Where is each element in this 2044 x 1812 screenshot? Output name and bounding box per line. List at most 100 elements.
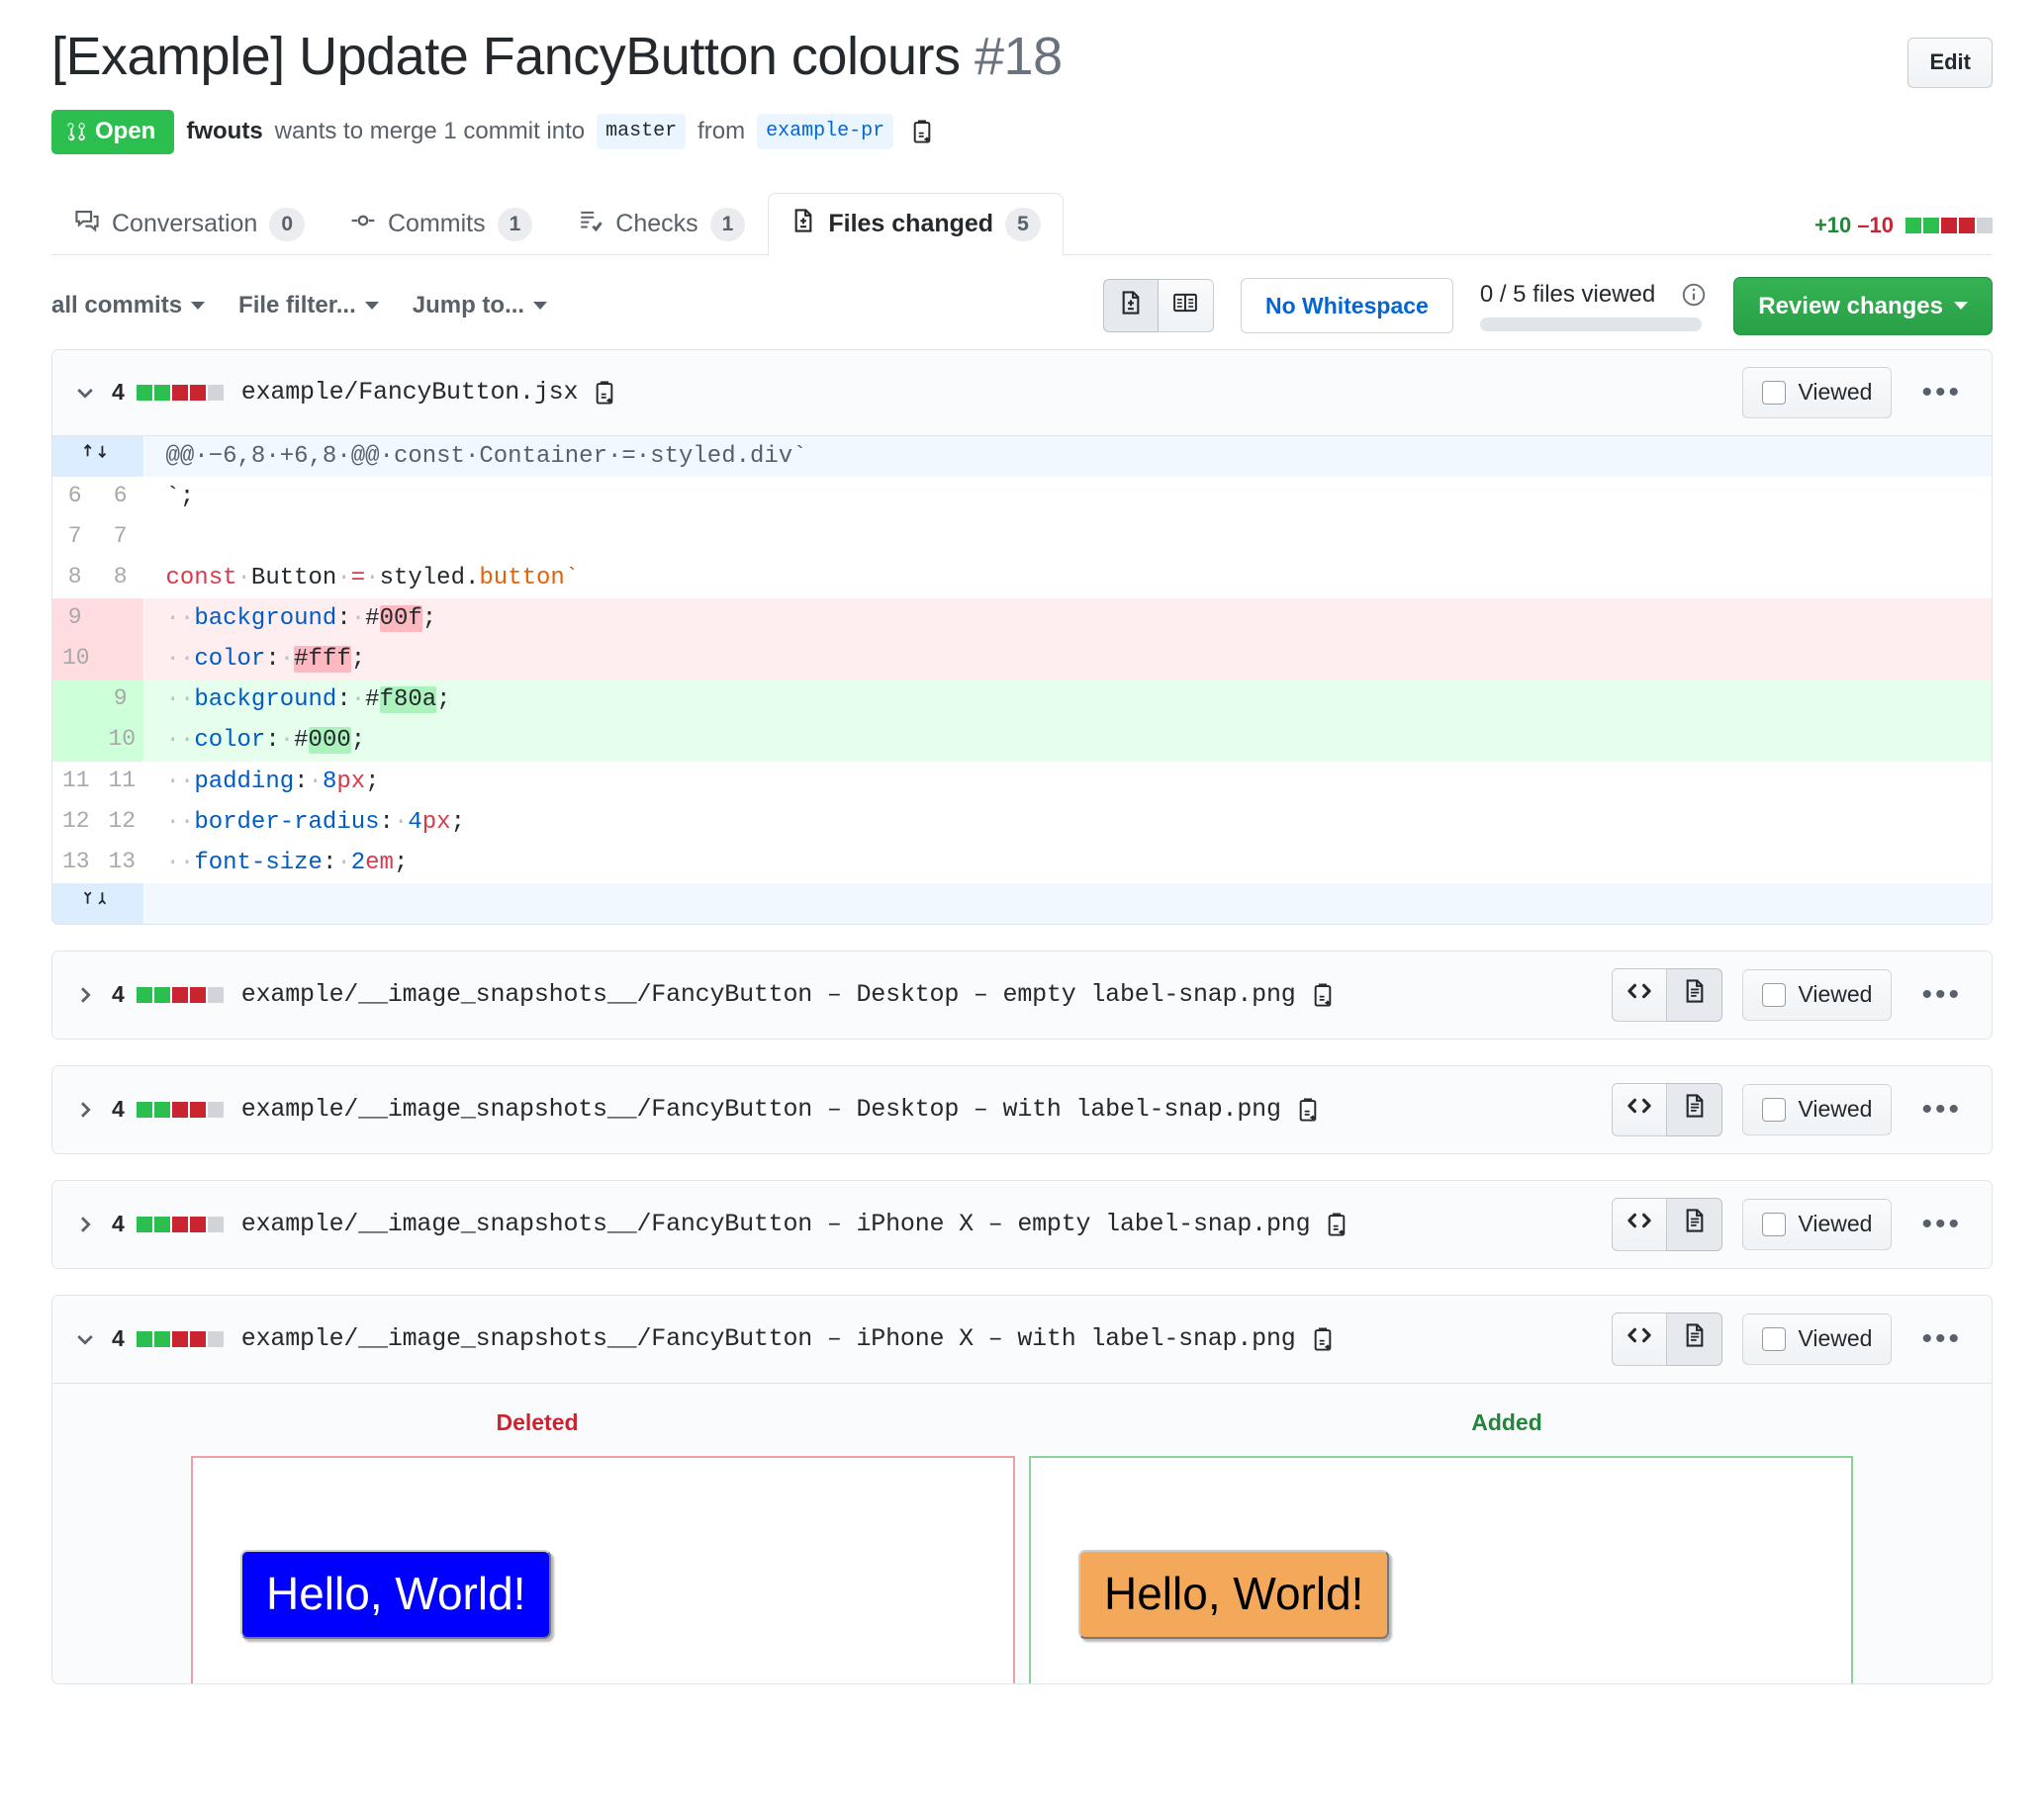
tab-files-changed[interactable]: Files changed 5 xyxy=(768,193,1064,255)
file-diffstat-blocks xyxy=(136,1216,224,1232)
diff-line-content[interactable]: ··font-size:·2em; xyxy=(143,842,1992,883)
view-source-button[interactable] xyxy=(1612,1197,1668,1251)
deleted-image-pane: Hello, World! xyxy=(191,1455,1015,1683)
checklist-icon xyxy=(578,208,604,240)
diff-line-content[interactable]: `; xyxy=(143,476,1992,517)
file-header[interactable]: 4 example/__image_snapshots__/FancyButto… xyxy=(52,1180,1992,1268)
new-line-number: 7 xyxy=(98,516,143,558)
diff-line-context: 8 8 const·Button·=·styled.button` xyxy=(52,558,1992,599)
file-filter-label: File filter... xyxy=(238,292,356,319)
split-view-button[interactable] xyxy=(1158,279,1214,333)
file-header[interactable]: 4 example/__image_snapshots__/FancyButto… xyxy=(52,951,1992,1039)
chevron-right-icon[interactable] xyxy=(72,983,98,1007)
viewed-checkbox[interactable]: Viewed xyxy=(1742,1314,1893,1365)
copy-path-icon[interactable] xyxy=(592,380,617,406)
chevron-right-icon[interactable] xyxy=(72,1098,98,1122)
file-icon xyxy=(1682,978,1708,1011)
file-options-menu[interactable]: ••• xyxy=(1911,1323,1972,1353)
view-source-button[interactable] xyxy=(1612,967,1668,1022)
new-line-number: 13 xyxy=(98,842,143,883)
review-changes-button[interactable]: Review changes xyxy=(1733,276,1993,335)
code-icon xyxy=(1626,1208,1652,1240)
file-path[interactable]: example/__image_snapshots__/FancyButton … xyxy=(241,1324,1296,1353)
chevron-down-icon[interactable] xyxy=(72,381,98,405)
tab-checks[interactable]: Checks 1 xyxy=(555,193,768,254)
commits-filter-dropdown[interactable]: all commits xyxy=(51,292,206,319)
old-line-number: 12 xyxy=(52,801,98,843)
old-line-number: 9 xyxy=(52,598,98,640)
diff-line-content[interactable]: ··background:·#f80a; xyxy=(143,680,1992,721)
file-options-menu[interactable]: ••• xyxy=(1911,1209,1972,1238)
diff-line-content[interactable]: ··padding:·8px; xyxy=(143,761,1992,802)
edit-button[interactable]: Edit xyxy=(1907,38,1993,88)
view-rendered-button[interactable] xyxy=(1667,967,1723,1022)
copy-to-clipboard-icon[interactable] xyxy=(909,119,935,144)
diff-line-context: 13 13 ··font-size:·2em; xyxy=(52,842,1992,883)
diff-line-content[interactable]: const·Button·=·styled.button` xyxy=(143,558,1992,599)
view-source-button[interactable] xyxy=(1612,1082,1668,1136)
expand-down-button[interactable] xyxy=(52,882,143,924)
copy-path-icon[interactable] xyxy=(1324,1212,1349,1237)
info-icon[interactable] xyxy=(1681,282,1707,308)
diff-line-content[interactable]: ··color:·#fff; xyxy=(143,639,1992,680)
file-path[interactable]: example/__image_snapshots__/FancyButton … xyxy=(241,1210,1311,1238)
jump-to-dropdown[interactable]: Jump to... xyxy=(413,292,548,319)
base-branch-chip[interactable]: master xyxy=(597,114,687,150)
checkbox-input[interactable] xyxy=(1762,380,1787,405)
comment-discussion-icon xyxy=(74,208,100,240)
file-diff-icon xyxy=(790,208,816,240)
view-rendered-button[interactable] xyxy=(1667,1312,1723,1366)
viewed-checkbox[interactable]: Viewed xyxy=(1742,366,1893,418)
file-header-actions: Viewed ••• xyxy=(1612,1312,1972,1366)
diff-line-content[interactable] xyxy=(143,516,1992,558)
commits-filter-label: all commits xyxy=(51,292,183,319)
viewed-checkbox[interactable]: Viewed xyxy=(1742,1084,1893,1135)
file-options-menu[interactable]: ••• xyxy=(1911,1094,1972,1124)
copy-path-icon[interactable] xyxy=(1310,982,1336,1008)
file-diffstat-blocks xyxy=(136,1330,224,1347)
diff-line-content[interactable]: ··background:·#00f; xyxy=(143,598,1992,640)
chevron-right-icon[interactable] xyxy=(72,1213,98,1236)
added-fancy-button-preview: Hello, World! xyxy=(1078,1550,1390,1639)
file-path[interactable]: example/__image_snapshots__/FancyButton … xyxy=(241,1095,1281,1124)
expand-hunk-button[interactable] xyxy=(52,435,143,477)
view-rendered-button[interactable] xyxy=(1667,1082,1723,1136)
file-header[interactable]: 4 example/FancyButton.jsx Viewed ••• xyxy=(52,349,1992,436)
file-header[interactable]: 4 example/__image_snapshots__/FancyButto… xyxy=(52,1065,1992,1153)
diff-line-content[interactable]: ··color:·#000; xyxy=(143,720,1992,762)
viewed-checkbox[interactable]: Viewed xyxy=(1742,1199,1893,1250)
chevron-down-icon[interactable] xyxy=(72,1327,98,1351)
file-block-iphonex-with-label: 4 example/__image_snapshots__/FancyButto… xyxy=(51,1294,1993,1684)
checkbox-input[interactable] xyxy=(1762,1212,1787,1236)
old-line-number xyxy=(52,680,98,721)
viewed-label: Viewed xyxy=(1798,981,1873,1008)
whitespace-toggle-button[interactable]: No Whitespace xyxy=(1240,278,1453,334)
tab-commits[interactable]: Commits 1 xyxy=(327,193,555,254)
tab-conversation[interactable]: Conversation 0 xyxy=(51,193,327,254)
files-toolbar: all commits File filter... Jump to... No… xyxy=(51,255,1993,349)
old-line-number: 6 xyxy=(52,476,98,517)
file-filter-dropdown[interactable]: File filter... xyxy=(238,292,379,319)
pr-author[interactable]: fwouts xyxy=(186,118,262,145)
new-line-number: 9 xyxy=(98,680,143,721)
toolbar-filters: all commits File filter... Jump to... xyxy=(51,292,548,319)
diff-line-content[interactable]: ··border-radius:·4px; xyxy=(143,801,1992,843)
unified-view-button[interactable] xyxy=(1102,279,1159,333)
head-branch-chip[interactable]: example-pr xyxy=(757,114,894,150)
file-options-menu[interactable]: ••• xyxy=(1911,979,1972,1009)
copy-path-icon[interactable] xyxy=(1310,1326,1336,1352)
viewed-checkbox[interactable]: Viewed xyxy=(1742,969,1893,1021)
checkbox-input[interactable] xyxy=(1762,982,1787,1007)
file-path[interactable]: example/__image_snapshots__/FancyButton … xyxy=(241,980,1296,1009)
old-line-number: 8 xyxy=(52,558,98,599)
file-path[interactable]: example/FancyButton.jsx xyxy=(241,378,579,407)
checkbox-input[interactable] xyxy=(1762,1326,1787,1351)
image-view-toggle xyxy=(1612,1312,1723,1366)
checkbox-input[interactable] xyxy=(1762,1097,1787,1122)
view-rendered-button[interactable] xyxy=(1667,1197,1723,1251)
view-source-button[interactable] xyxy=(1612,1312,1668,1366)
file-header[interactable]: 4 example/__image_snapshots__/FancyButto… xyxy=(52,1295,1992,1384)
diff-line-addition: 10 ··color:·#000; xyxy=(52,720,1992,762)
copy-path-icon[interactable] xyxy=(1295,1097,1321,1123)
file-options-menu[interactable]: ••• xyxy=(1911,377,1972,407)
